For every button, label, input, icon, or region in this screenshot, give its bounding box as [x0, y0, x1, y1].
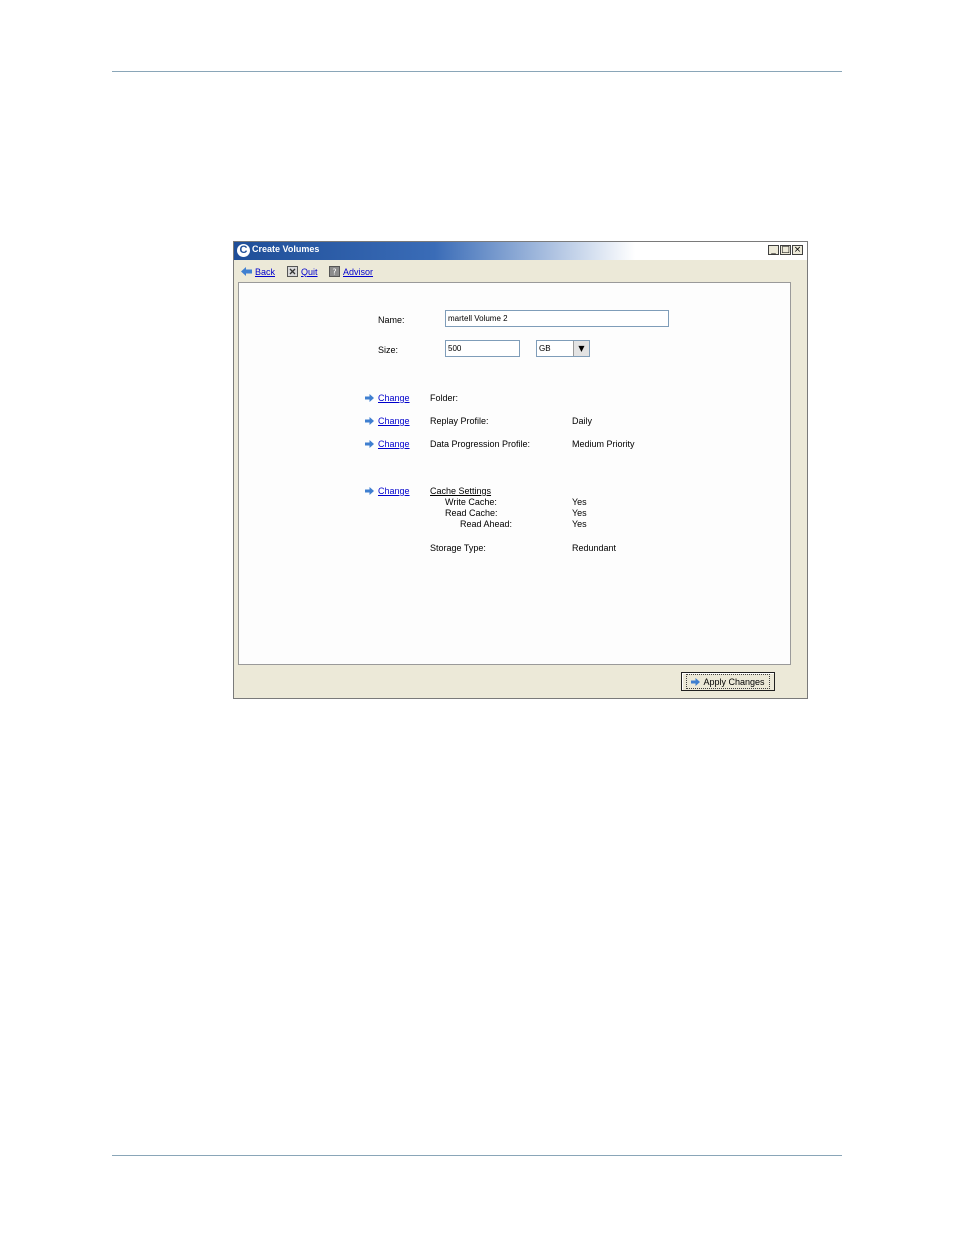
- change-folder-link[interactable]: Change: [365, 393, 410, 403]
- read-cache-label: Read Cache:: [445, 508, 498, 518]
- cache-settings-heading: Cache Settings: [430, 486, 492, 496]
- change-label: Change: [378, 439, 410, 449]
- help-icon: ?: [329, 266, 340, 277]
- change-label: Change: [378, 486, 410, 496]
- arrow-left-icon: [241, 267, 252, 276]
- chevron-down-icon[interactable]: ▼: [573, 341, 589, 356]
- arrow-right-icon: [365, 487, 374, 495]
- create-volumes-window: C Create Volumes _ □ × Back Quit ? Advis…: [233, 241, 808, 699]
- page-footer-rule: [112, 1155, 842, 1156]
- quit-label: Quit: [301, 266, 318, 277]
- storage-type-value: Redundant: [572, 543, 617, 553]
- write-cache-label: Write Cache:: [445, 497, 497, 507]
- close-box-icon: [287, 266, 298, 277]
- arrow-right-icon: [365, 394, 374, 402]
- arrow-right-icon: [365, 440, 374, 448]
- size-input[interactable]: 500: [445, 340, 520, 357]
- title-bar: C Create Volumes _ □ ×: [234, 242, 807, 260]
- data-progression-value: Medium Priority: [572, 439, 635, 449]
- apply-changes-focus: Apply Changes: [686, 674, 770, 689]
- size-label: Size:: [378, 345, 399, 355]
- change-cache-settings-link[interactable]: Change: [365, 486, 410, 496]
- close-window-button[interactable]: ×: [792, 245, 803, 255]
- volume-settings-panel: Name: martell Volume 2 Size: 500 GB ▼ Ch…: [238, 282, 791, 665]
- apply-changes-button[interactable]: Apply Changes: [681, 672, 775, 691]
- read-ahead-label: Read Ahead:: [460, 519, 513, 529]
- size-unit-value: GB: [539, 344, 551, 353]
- folder-label: Folder:: [430, 393, 459, 403]
- quit-button[interactable]: Quit: [287, 266, 318, 277]
- minimize-button[interactable]: _: [768, 245, 779, 255]
- data-progression-label: Data Progression Profile:: [430, 439, 531, 449]
- window-title: Create Volumes: [252, 244, 320, 254]
- read-ahead-value: Yes: [572, 519, 587, 529]
- size-unit-select[interactable]: GB ▼: [536, 340, 590, 357]
- app-logo-icon: C: [237, 244, 250, 257]
- replay-profile-value: Daily: [572, 416, 593, 426]
- arrow-right-icon: [691, 677, 701, 686]
- back-button[interactable]: Back: [241, 266, 275, 277]
- maximize-button[interactable]: □: [780, 245, 791, 255]
- write-cache-value: Yes: [572, 497, 587, 507]
- advisor-button[interactable]: ? Advisor: [329, 266, 373, 277]
- advisor-label: Advisor: [343, 266, 374, 277]
- apply-changes-label: Apply Changes: [703, 676, 765, 687]
- svg-text:?: ?: [332, 268, 336, 277]
- replay-profile-label: Replay Profile:: [430, 416, 489, 426]
- change-data-progression-link[interactable]: Change: [365, 439, 410, 449]
- change-label: Change: [378, 393, 410, 403]
- arrow-right-icon: [365, 417, 374, 425]
- change-label: Change: [378, 416, 410, 426]
- change-replay-profile-link[interactable]: Change: [365, 416, 410, 426]
- storage-type-label: Storage Type:: [430, 543, 486, 553]
- read-cache-value: Yes: [572, 508, 587, 518]
- volume-name-input[interactable]: martell Volume 2: [445, 310, 669, 327]
- page-header-rule: [112, 71, 842, 72]
- toolbar: Back Quit ? Advisor: [234, 262, 807, 282]
- name-label: Name:: [378, 315, 405, 325]
- back-label: Back: [255, 266, 276, 277]
